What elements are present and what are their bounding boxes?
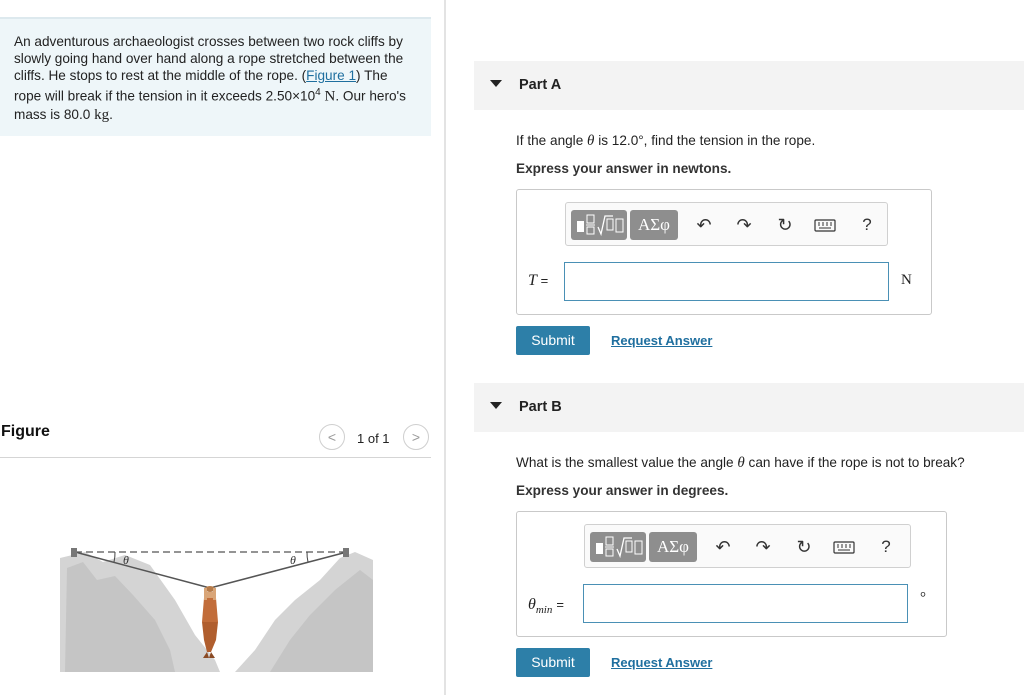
redo-icon[interactable]: ↷: [752, 536, 774, 558]
redo-icon[interactable]: ↷: [733, 214, 755, 236]
chevron-right-icon: >: [411, 429, 421, 445]
question-text: What is the smallest value the angle: [516, 455, 738, 470]
problem-line: slowly going hand over hand along a rope…: [14, 51, 404, 66]
problem-line: ) The: [356, 68, 388, 83]
unit-label-n: N: [901, 272, 912, 288]
problem-line: . Our hero's: [335, 88, 406, 104]
next-figure-button[interactable]: >: [403, 424, 429, 450]
question-text: If the angle: [516, 133, 588, 148]
problem-line: .: [109, 106, 113, 122]
equals-sign: =: [556, 597, 564, 612]
part-a-express: Express your answer in newtons.: [516, 161, 732, 176]
part-a-question: If the angle θ is 12.0°, find the tensio…: [516, 133, 815, 150]
part-b-title: Part B: [519, 399, 562, 415]
variable-theta: θ: [528, 596, 536, 613]
part-b-header[interactable]: Part B: [474, 383, 1024, 432]
part-b-express: Express your answer in degrees.: [516, 483, 729, 498]
part-a-title: Part A: [519, 77, 562, 93]
help-icon[interactable]: ?: [856, 214, 878, 236]
variable-subscript: min: [535, 604, 553, 617]
question-text: is 12.0°, find the tension in the rope.: [594, 133, 816, 148]
caret-down-icon: [490, 402, 502, 409]
theta-min-input[interactable]: [583, 584, 908, 623]
reset-icon[interactable]: ↻: [774, 214, 796, 236]
right-anchor: [343, 548, 349, 557]
greek-symbols-button[interactable]: ΑΣφ: [630, 210, 678, 240]
prev-figure-button[interactable]: <: [319, 424, 345, 450]
variable-label-theta-min: θmin =: [528, 596, 564, 616]
theta-label-left: θ: [123, 553, 129, 567]
angle-arc-right: [306, 551, 309, 563]
part-a-submit-button[interactable]: Submit: [516, 326, 590, 355]
problem-line: mass is 80.0: [14, 106, 95, 122]
left-panel: An adventurous archaeologist crosses bet…: [0, 0, 432, 695]
figure-header: Figure < 1 of 1 >: [0, 420, 431, 458]
unit-kg: kg: [94, 106, 110, 123]
templates-button[interactable]: [590, 532, 646, 562]
problem-line: An adventurous archaeologist crosses bet…: [14, 34, 403, 49]
greek-symbols-button[interactable]: ΑΣφ: [649, 532, 697, 562]
variable-t: T: [528, 272, 537, 289]
rope-cliff-figure: θ θ: [60, 548, 373, 672]
figure-link[interactable]: Figure 1: [306, 68, 356, 83]
caret-down-icon: [490, 80, 502, 87]
part-b-answer-box: ΑΣφ ↶ ↷ ↻ ? θmin = °: [516, 511, 947, 637]
keyboard-icon[interactable]: [814, 214, 836, 236]
problem-line: rope will break if the tension in it exc…: [14, 88, 316, 104]
figure-pager: 1 of 1: [357, 431, 390, 446]
unit-label-degrees: °: [920, 590, 926, 606]
theta-label-right: θ: [290, 553, 296, 567]
unit-newton: N: [324, 88, 336, 105]
part-b-submit-button[interactable]: Submit: [516, 648, 590, 677]
problem-line: cliffs. He stops to rest at the middle o…: [14, 68, 307, 83]
problem-statement: An adventurous archaeologist crosses bet…: [0, 17, 431, 136]
part-a-request-answer-link[interactable]: Request Answer: [611, 333, 712, 348]
chevron-left-icon: <: [327, 429, 337, 445]
part-b-request-answer-link[interactable]: Request Answer: [611, 655, 712, 670]
left-anchor: [71, 548, 77, 557]
part-b-toolbar: ΑΣφ ↶ ↷ ↻ ?: [584, 524, 911, 568]
exponent: 4: [315, 87, 321, 98]
part-a-header[interactable]: Part A: [474, 61, 1024, 110]
equals-sign: =: [540, 273, 549, 288]
undo-icon[interactable]: ↶: [712, 536, 734, 558]
templates-button[interactable]: [571, 210, 627, 240]
part-a-toolbar: ΑΣφ ↶ ↷ ↻ ?: [565, 202, 888, 246]
question-text: can have if the rope is not to break?: [744, 455, 965, 470]
template-icon: [596, 536, 643, 559]
undo-icon[interactable]: ↶: [693, 214, 715, 236]
tension-input[interactable]: [564, 262, 889, 301]
variable-label-t: T =: [528, 272, 548, 290]
part-b-question: What is the smallest value the angle θ c…: [516, 455, 965, 472]
template-icon: [577, 214, 624, 237]
keyboard-icon[interactable]: [833, 536, 855, 558]
help-icon[interactable]: ?: [875, 536, 897, 558]
theta-symbol: θ: [737, 455, 745, 471]
panel-divider: [444, 0, 446, 695]
part-a-answer-box: ΑΣφ ↶ ↷ ↻ ? T = N: [516, 189, 932, 315]
reset-icon[interactable]: ↻: [793, 536, 815, 558]
figure-title: Figure: [1, 423, 50, 440]
